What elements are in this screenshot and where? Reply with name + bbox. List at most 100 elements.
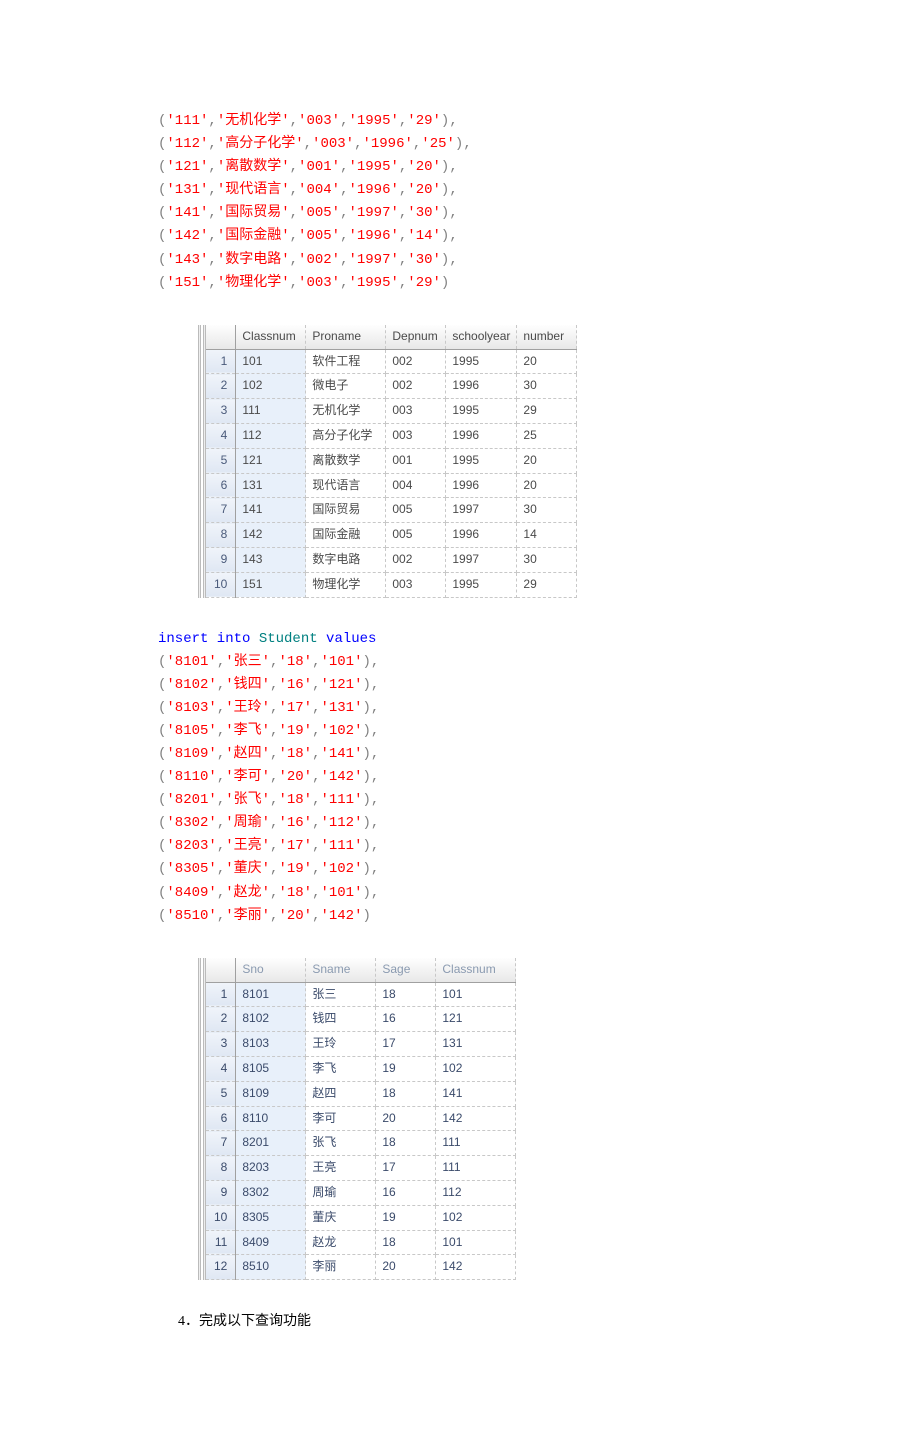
table-cell: 7	[206, 498, 236, 523]
table-cell: 5	[206, 448, 236, 473]
table-cell: 111	[236, 399, 306, 424]
table-row: 58109赵四18141	[206, 1081, 516, 1106]
column-header	[206, 958, 236, 982]
keyword-values: values	[326, 631, 376, 647]
grid-gutter	[198, 325, 201, 598]
column-header: Depnum	[386, 325, 446, 349]
table-cell: 12	[206, 1255, 236, 1280]
column-header: Sno	[236, 958, 306, 982]
table-cell: 111	[436, 1131, 516, 1156]
column-header: number	[517, 325, 577, 349]
class-results-grid: ClassnumPronameDepnumschoolyearnumber110…	[198, 325, 762, 598]
table-cell: 111	[436, 1156, 516, 1181]
table-cell: 30	[517, 374, 577, 399]
section-heading: 4．完成以下查询功能	[178, 1310, 762, 1333]
table-cell: 10	[206, 1205, 236, 1230]
table-cell: 30	[517, 547, 577, 572]
table-row: 48105李飞19102	[206, 1056, 516, 1081]
table-cell: 14	[517, 523, 577, 548]
sql-values-line: ('121','离散数学','001','1995','20'),	[158, 156, 762, 179]
sql-values-line: ('8409','赵龙','18','101'),	[158, 882, 762, 905]
table-cell: 18	[376, 1081, 436, 1106]
table-cell: 8101	[236, 982, 306, 1007]
table-cell: 25	[517, 423, 577, 448]
sql-values-line: ('8510','李丽','20','142')	[158, 905, 762, 928]
sql-values-line: ('8201','张飞','18','111'),	[158, 789, 762, 812]
student-table: SnoSnameSageClassnum18101张三1810128102钱四1…	[206, 958, 516, 1280]
table-cell: 9	[206, 547, 236, 572]
table-row: 9143数字电路002199730	[206, 547, 577, 572]
table-cell: 微电子	[306, 374, 386, 399]
table-row: 38103王玲17131	[206, 1032, 516, 1057]
sql-values-line: ('141','国际贸易','005','1997','30'),	[158, 202, 762, 225]
table-cell: 8102	[236, 1007, 306, 1032]
table-row: 88203王亮17111	[206, 1156, 516, 1181]
table-cell: 30	[517, 498, 577, 523]
table-cell: 现代语言	[306, 473, 386, 498]
table-cell: 8	[206, 523, 236, 548]
table-cell: 高分子化学	[306, 423, 386, 448]
table-cell: 王亮	[306, 1156, 376, 1181]
table-cell: 131	[236, 473, 306, 498]
table-row: 68110李可20142	[206, 1106, 516, 1131]
table-cell: 131	[436, 1032, 516, 1057]
table-cell: 003	[386, 423, 446, 448]
column-header	[206, 325, 236, 349]
sql-insert-class: ('111','无机化学','003','1995','29'),('112',…	[158, 110, 762, 295]
table-cell: 赵龙	[306, 1230, 376, 1255]
table-cell: 6	[206, 473, 236, 498]
table-cell: 6	[206, 1106, 236, 1131]
table-cell: 1995	[446, 572, 517, 597]
column-header: schoolyear	[446, 325, 517, 349]
table-cell: 141	[236, 498, 306, 523]
table-cell: 101	[436, 982, 516, 1007]
table-row: 5121离散数学001199520	[206, 448, 577, 473]
table-cell: 2	[206, 1007, 236, 1032]
table-cell: 李飞	[306, 1056, 376, 1081]
table-cell: 002	[386, 547, 446, 572]
table-row: 18101张三18101	[206, 982, 516, 1007]
table-cell: 142	[436, 1255, 516, 1280]
table-cell: 121	[236, 448, 306, 473]
table-cell: 8	[206, 1156, 236, 1181]
table-cell: 赵四	[306, 1081, 376, 1106]
table-cell: 8305	[236, 1205, 306, 1230]
table-cell: 8203	[236, 1156, 306, 1181]
table-cell: 151	[236, 572, 306, 597]
table-cell: 11	[206, 1230, 236, 1255]
table-cell: 005	[386, 498, 446, 523]
table-row: 108305董庆19102	[206, 1205, 516, 1230]
table-cell: 5	[206, 1081, 236, 1106]
table-cell: 无机化学	[306, 399, 386, 424]
table-row: 10151物理化学003199529	[206, 572, 577, 597]
sql-values-line: ('142','国际金融','005','1996','14'),	[158, 225, 762, 248]
table-cell: 李丽	[306, 1255, 376, 1280]
table-cell: 20	[517, 448, 577, 473]
sql-header-line: insert into Student values	[158, 628, 762, 651]
sql-values-line: ('8203','王亮','17','111'),	[158, 835, 762, 858]
sql-values-line: ('8109','赵四','18','141'),	[158, 743, 762, 766]
table-row: 128510李丽20142	[206, 1255, 516, 1280]
table-cell: 4	[206, 423, 236, 448]
table-cell: 005	[386, 523, 446, 548]
table-cell: 29	[517, 572, 577, 597]
table-name: Student	[259, 631, 318, 647]
sql-insert-student: insert into Student values ('8101','张三',…	[158, 628, 762, 928]
table-cell: 4	[206, 1056, 236, 1081]
sql-values-line: ('111','无机化学','003','1995','29'),	[158, 110, 762, 133]
sql-values-line: ('8302','周瑜','16','112'),	[158, 812, 762, 835]
table-cell: 20	[376, 1106, 436, 1131]
table-row: 118409赵龙18101	[206, 1230, 516, 1255]
student-results-grid: SnoSnameSageClassnum18101张三1810128102钱四1…	[198, 958, 762, 1280]
column-header: Sname	[306, 958, 376, 982]
table-cell: 102	[436, 1205, 516, 1230]
table-cell: 1995	[446, 399, 517, 424]
table-cell: 周瑜	[306, 1180, 376, 1205]
table-cell: 钱四	[306, 1007, 376, 1032]
sql-values-line: ('8102','钱四','16','121'),	[158, 674, 762, 697]
table-cell: 002	[386, 374, 446, 399]
table-cell: 20	[517, 473, 577, 498]
column-header: Classnum	[436, 958, 516, 982]
table-cell: 16	[376, 1007, 436, 1032]
sql-values-line: ('112','高分子化学','003','1996','25'),	[158, 133, 762, 156]
